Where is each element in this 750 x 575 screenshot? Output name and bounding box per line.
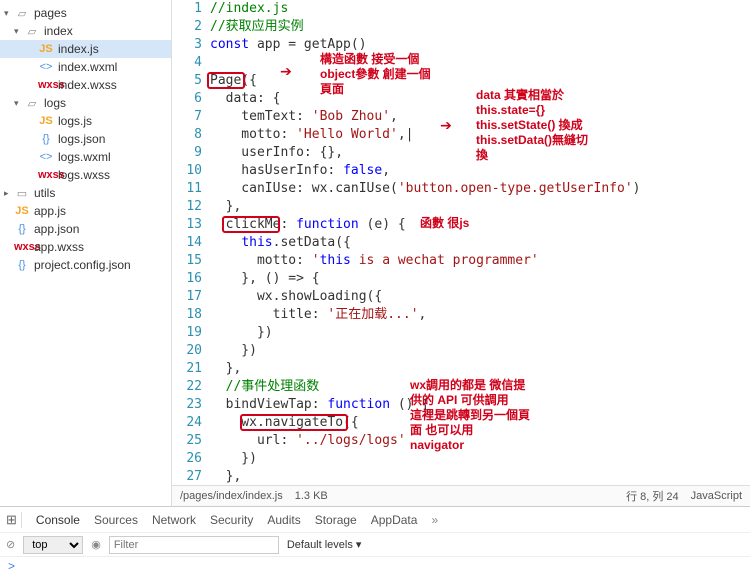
filter-input[interactable] <box>109 536 279 554</box>
json-file-icon: {} <box>38 133 54 145</box>
file-size: 1.3 KB <box>295 490 328 502</box>
tree-item-label: logs <box>44 96 66 110</box>
tab-console[interactable]: Console <box>36 513 80 527</box>
folder-icon: ▱ <box>24 25 40 38</box>
log-levels-selector[interactable]: Default levels ▾ <box>287 538 362 551</box>
file-explorer[interactable]: ▾▱pages▾▱indexJSindex.js<>index.wxmlwxss… <box>0 0 172 506</box>
wxml-file-icon: <> <box>38 151 54 163</box>
tree-item-label: app.wxss <box>34 240 84 254</box>
tree-item-label: app.js <box>34 204 66 218</box>
wxss-file-icon: wxss <box>38 79 54 91</box>
clear-console-icon[interactable]: ⊘ <box>6 538 15 551</box>
devtools-tabs: ⊞ Console Sources Network Security Audit… <box>0 507 750 533</box>
tree-item-project-config-json[interactable]: {} project.config.json <box>0 256 171 274</box>
tab-storage[interactable]: Storage <box>315 513 357 527</box>
tree-item-label: logs.js <box>58 114 92 128</box>
chevron-down-icon: ▾ <box>14 98 24 109</box>
tree-item-logs-js[interactable]: JS logs.js <box>0 112 171 130</box>
console-toolbar: ⊘ top ◉ Default levels ▾ <box>0 533 750 557</box>
js-file-icon: JS <box>38 115 54 127</box>
tree-item-index-wxss[interactable]: wxss index.wxss <box>0 76 171 94</box>
chevron-right-icon: ▸ <box>4 188 14 199</box>
tab-audits[interactable]: Audits <box>267 513 300 527</box>
tree-item-app-json[interactable]: {} app.json <box>0 220 171 238</box>
more-tabs-icon[interactable]: » <box>431 513 438 527</box>
tree-item-index-js[interactable]: JS index.js <box>0 40 171 58</box>
tree-item-logs-wxss[interactable]: wxss logs.wxss <box>0 166 171 184</box>
wxml-file-icon: <> <box>38 61 54 73</box>
wxss-file-icon: wxss <box>38 169 54 181</box>
tree-item-utils[interactable]: ▸▭ utils <box>0 184 171 202</box>
tree-item-app-js[interactable]: JS app.js <box>0 202 171 220</box>
wxss-file-icon: wxss <box>14 241 30 253</box>
js-file-icon: JS <box>38 43 54 55</box>
tree-item-label: logs.wxml <box>58 150 111 164</box>
file-path: /pages/index/index.js <box>180 490 283 502</box>
tree-item-label: index.wxss <box>58 78 117 92</box>
tab-sources[interactable]: Sources <box>94 513 138 527</box>
cursor-position: 行 8, 列 24 <box>626 488 679 504</box>
tree-item-logs[interactable]: ▾▱ logs <box>0 94 171 112</box>
tree-item-label: pages <box>34 6 67 20</box>
js-file-icon: JS <box>14 205 30 217</box>
tree-item-label: project.config.json <box>34 258 131 272</box>
line-gutter: 1234567891011121314151617181920212223242… <box>172 0 210 485</box>
chevron-down-icon: ▾ <box>4 8 14 19</box>
devtools-toggle-icon[interactable]: ⊞ <box>6 512 22 528</box>
devtools-panel: ⊞ Console Sources Network Security Audit… <box>0 506 750 575</box>
tab-security[interactable]: Security <box>210 513 253 527</box>
chevron-down-icon: ▾ <box>14 26 24 37</box>
tree-item-logs-json[interactable]: {} logs.json <box>0 130 171 148</box>
tree-item-label: index <box>44 24 73 38</box>
tree-item-index[interactable]: ▾▱ index <box>0 22 171 40</box>
tree-item-label: index.js <box>58 42 99 56</box>
folder-icon: ▭ <box>14 187 30 200</box>
json-file-icon: {} <box>14 223 30 235</box>
json-file-icon: {} <box>14 259 30 271</box>
tree-item-label: app.json <box>34 222 79 236</box>
tree-item-label: utils <box>34 186 55 200</box>
editor-statusbar: /pages/index/index.js 1.3 KB 行 8, 列 24 J… <box>172 485 750 506</box>
folder-icon: ▱ <box>14 7 30 20</box>
tree-item-index-wxml[interactable]: <> index.wxml <box>0 58 171 76</box>
tree-item-logs-wxml[interactable]: <> logs.wxml <box>0 148 171 166</box>
folder-icon: ▱ <box>24 97 40 110</box>
tree-item-label: logs.wxss <box>58 168 110 182</box>
tree-item-label: index.wxml <box>58 60 117 74</box>
tab-network[interactable]: Network <box>152 513 196 527</box>
code-editor: 1234567891011121314151617181920212223242… <box>172 0 750 506</box>
tree-item-app-wxss[interactable]: wxss app.wxss <box>0 238 171 256</box>
tree-item-pages[interactable]: ▾▱ pages <box>0 4 171 22</box>
eye-icon[interactable]: ◉ <box>91 538 101 551</box>
console-prompt[interactable]: > <box>0 557 750 575</box>
tree-item-label: logs.json <box>58 132 105 146</box>
tab-appdata[interactable]: AppData <box>371 513 418 527</box>
context-selector[interactable]: top <box>23 536 83 554</box>
language-mode[interactable]: JavaScript <box>691 490 742 502</box>
code-content[interactable]: //index.js//获取应用实例const app = getApp() P… <box>210 0 750 485</box>
